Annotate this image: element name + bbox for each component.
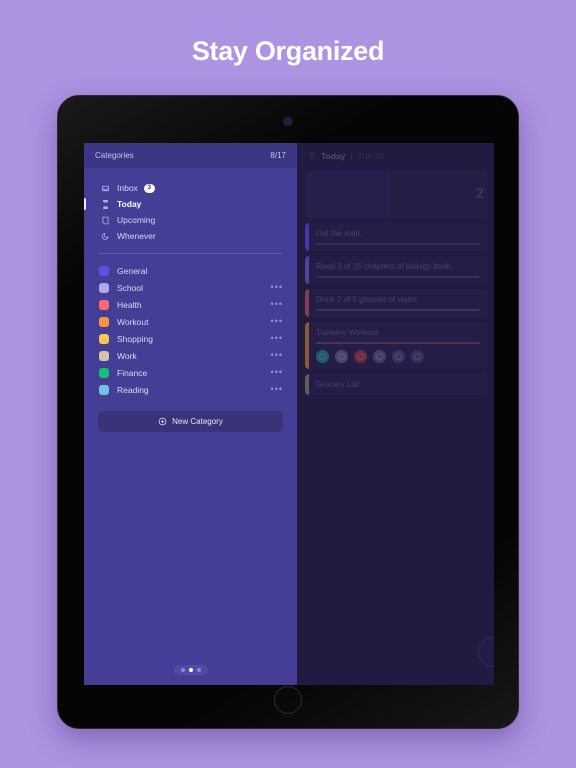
task-row[interactable]: Get the mail. (305, 223, 488, 251)
page-dot-active[interactable] (188, 668, 193, 672)
task-title: Read 2 of 25 chapters of biology book. (316, 262, 453, 271)
color-swatch (99, 299, 109, 310)
hourglass-icon (99, 198, 111, 210)
nav-item-label: Upcoming (117, 215, 156, 225)
task-panel-separator: | (350, 150, 353, 161)
task-progress-bar (316, 243, 480, 245)
category-menu-icon[interactable]: ••• (271, 334, 283, 343)
color-swatch (99, 384, 109, 395)
task-row-workout[interactable]: Tuesday Workout (305, 322, 488, 369)
workout-icon[interactable] (335, 350, 348, 363)
task-color-bar (305, 256, 309, 284)
category-item-workout[interactable]: Workout ••• (84, 313, 297, 330)
task-row[interactable]: Drink 2 of 5 glasses of water. (305, 289, 488, 317)
app-screen: Categories 8/17 Inbox 3 Today Upcoming W… (84, 143, 494, 685)
category-label: Shopping (117, 333, 153, 344)
category-item-shopping[interactable]: Shopping ••• (84, 330, 297, 347)
sidebar-title: Categories (95, 151, 134, 160)
task-color-bar (305, 223, 309, 251)
task-progress-bar (316, 309, 480, 311)
task-panel-title: Today (321, 150, 346, 161)
task-panel-header: Today | Tue 20 (297, 143, 494, 168)
inbox-badge: 3 (143, 183, 155, 193)
new-category-button[interactable]: New Category (98, 411, 283, 432)
new-category-label: New Category (172, 417, 223, 426)
color-swatch (99, 282, 109, 293)
tablet-device-frame: Categories 8/17 Inbox 3 Today Upcoming W… (57, 95, 519, 729)
inbox-icon (99, 182, 111, 194)
color-swatch (99, 265, 109, 276)
task-title: Tuesday Workout (316, 328, 379, 337)
home-button[interactable] (274, 686, 302, 714)
workout-icon[interactable] (354, 350, 367, 363)
task-title: Get the mail. (316, 229, 362, 238)
task-title: Drink 2 of 5 glasses of water. (316, 295, 419, 304)
category-label: Work (117, 350, 137, 361)
nav-item-whenever[interactable]: Whenever (84, 228, 297, 244)
task-panel-date: Tue 20 (357, 150, 384, 161)
list-icon (307, 151, 316, 160)
sidebar: Categories 8/17 Inbox 3 Today Upcoming W… (84, 143, 297, 685)
nav-item-today[interactable]: Today (84, 196, 297, 212)
task-color-bar (305, 289, 309, 317)
category-menu-icon[interactable]: ••• (271, 317, 283, 326)
page-indicator[interactable] (173, 665, 208, 675)
category-label: Workout (117, 316, 149, 327)
category-menu-icon[interactable]: ••• (271, 385, 283, 394)
task-color-bar (305, 322, 309, 369)
task-panel: Today | Tue 20 2 Get the mail. Read 2 of… (297, 143, 494, 685)
color-swatch (99, 333, 109, 344)
page-dot[interactable] (196, 668, 201, 672)
page-title: Stay Organized (191, 36, 385, 66)
task-row[interactable]: Read 2 of 25 chapters of biology book. (305, 256, 488, 284)
workout-icon[interactable] (411, 350, 424, 363)
category-item-work[interactable]: Work ••• (84, 347, 297, 364)
category-item-finance[interactable]: Finance ••• (84, 364, 297, 381)
workout-icon[interactable] (373, 350, 386, 363)
category-item-school[interactable]: School ••• (84, 279, 297, 296)
nav-list: Inbox 3 Today Upcoming Whenever (84, 168, 297, 244)
screenshot-root: Stay Organized Categories 8/17 Inbox 3 T… (0, 0, 576, 768)
category-label: Health (117, 299, 142, 310)
category-label: Reading (117, 384, 149, 395)
page-dot[interactable] (180, 668, 185, 672)
sidebar-header: Categories 8/17 (84, 143, 297, 168)
nav-item-label: Inbox (117, 183, 138, 193)
workout-icon[interactable] (392, 350, 405, 363)
task-row[interactable]: Grocery List (305, 374, 488, 395)
category-label: General (117, 265, 148, 276)
color-swatch (99, 316, 109, 327)
nav-item-label: Today (117, 199, 142, 209)
task-progress-bar (316, 342, 480, 344)
front-camera-icon (284, 118, 292, 125)
add-task-fab[interactable] (478, 637, 494, 667)
nav-item-label: Whenever (117, 231, 156, 241)
category-item-general[interactable]: General (84, 262, 297, 279)
workout-icon[interactable] (316, 350, 329, 363)
task-progress-bar (316, 276, 480, 278)
category-list: General School ••• Health ••• Workout ••… (84, 254, 297, 398)
category-menu-icon[interactable]: ••• (271, 283, 283, 292)
hero-card: 2 (305, 171, 488, 218)
task-title: Grocery List (316, 380, 360, 389)
category-menu-icon[interactable]: ••• (271, 351, 283, 360)
moon-icon (99, 230, 111, 242)
color-swatch (99, 367, 109, 378)
sidebar-count: 8/17 (270, 151, 286, 160)
workout-icon-row (316, 350, 480, 363)
tablet-bezel: Categories 8/17 Inbox 3 Today Upcoming W… (58, 96, 518, 728)
category-menu-icon[interactable]: ••• (271, 368, 283, 377)
color-swatch (99, 350, 109, 361)
category-item-health[interactable]: Health ••• (84, 296, 297, 313)
nav-item-upcoming[interactable]: Upcoming (84, 212, 297, 228)
calendar-icon (99, 214, 111, 226)
hero-number: 2 (475, 185, 484, 202)
plus-circle-icon (158, 417, 167, 426)
category-menu-icon[interactable]: ••• (271, 300, 283, 309)
category-item-reading[interactable]: Reading ••• (84, 381, 297, 398)
task-color-bar (305, 374, 309, 395)
category-label: School (117, 282, 143, 293)
category-label: Finance (117, 367, 148, 378)
nav-item-inbox[interactable]: Inbox 3 (84, 180, 297, 196)
